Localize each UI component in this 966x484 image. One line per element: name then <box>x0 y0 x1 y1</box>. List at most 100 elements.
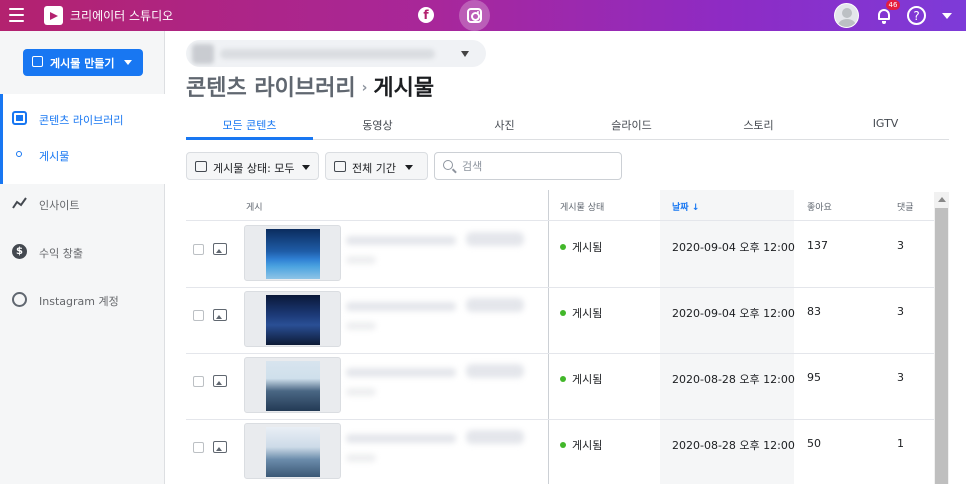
avatar[interactable] <box>834 3 859 28</box>
sidebar-item-content-library[interactable]: 콘텐츠 라이브러리 <box>0 107 164 131</box>
creator-studio-logo[interactable] <box>44 6 63 25</box>
post-status-filter-label: 게시물 상태: 모두 <box>213 162 295 175</box>
column-header-post[interactable]: 게시 <box>246 200 263 213</box>
sidebar-item-label: 콘텐츠 라이브러리 <box>39 114 124 127</box>
caption-blurred <box>346 434 456 443</box>
menu-icon[interactable] <box>9 8 24 22</box>
row-checkbox[interactable] <box>193 244 204 255</box>
table-row[interactable]: 게시됨 2020-09-04 오후 12:00 83 3 <box>186 288 934 354</box>
published-dot-icon <box>560 310 566 316</box>
post-thumbnail[interactable] <box>244 225 341 281</box>
photo-icon <box>213 309 227 321</box>
help-icon[interactable]: ? <box>907 6 926 25</box>
comments-count: 3 <box>897 305 904 318</box>
status-badge: 게시됨 <box>560 371 602 387</box>
top-bar: 크리에이터 스튜디오 f 46 ? <box>0 0 966 31</box>
sidebar-item-posts[interactable]: 게시물 <box>0 143 164 167</box>
status-badge: 게시됨 <box>560 305 602 321</box>
tab-videos[interactable]: 동영상 <box>316 117 439 140</box>
breadcrumb-parent[interactable]: 콘텐츠 라이브러리 <box>186 76 356 101</box>
chevron-down-icon <box>302 165 310 170</box>
sidebar-item-label: 게시물 <box>39 150 70 163</box>
post-status-filter[interactable]: 게시물 상태: 모두 <box>186 152 319 180</box>
caption-blurred <box>346 454 376 462</box>
sidebar-item-insights[interactable]: 인사이트 <box>0 192 164 216</box>
table-row[interactable]: 게시됨 2020-09-04 오후 12:00 137 3 <box>186 222 934 288</box>
dollar-icon: $ <box>12 244 27 259</box>
column-header-date[interactable]: 날짜 ↓ <box>672 200 699 213</box>
chevron-down-icon <box>461 51 469 57</box>
caption-blurred <box>466 232 524 246</box>
search-input[interactable] <box>462 158 612 175</box>
search-box <box>434 152 622 180</box>
create-post-button[interactable]: 게시물 만들기 <box>23 49 143 76</box>
published-dot-icon <box>560 376 566 382</box>
comments-count: 3 <box>897 239 904 252</box>
post-date: 2020-09-04 오후 12:00 <box>672 241 795 254</box>
notification-badge: 46 <box>886 0 900 10</box>
published-dot-icon <box>560 442 566 448</box>
sidebar-item-monetization[interactable]: $ 수익 창출 <box>0 240 164 264</box>
facebook-icon[interactable]: f <box>418 7 434 23</box>
post-thumbnail[interactable] <box>244 291 341 347</box>
column-header-comments[interactable]: 댓글 <box>897 200 914 213</box>
breadcrumb: 콘텐츠 라이브러리 › 게시물 <box>186 70 434 102</box>
table-row[interactable]: 게시됨 2020-08-28 오후 12:00 50 1 <box>186 420 934 484</box>
status-badge: 게시됨 <box>560 239 602 255</box>
photo-icon <box>213 243 227 255</box>
comments-count: 1 <box>897 437 904 450</box>
comments-count: 3 <box>897 371 904 384</box>
account-avatar-blurred <box>192 44 214 64</box>
table-row[interactable]: 게시됨 2020-08-28 오후 12:00 95 3 <box>186 354 934 420</box>
date-range-filter[interactable]: 전체 기간 <box>325 152 428 180</box>
caption-blurred <box>346 236 456 245</box>
caption-blurred <box>346 256 376 264</box>
tab-carousel[interactable]: 슬라이드 <box>570 117 693 140</box>
post-thumbnail[interactable] <box>244 357 341 413</box>
search-icon <box>443 160 453 170</box>
likes-count: 50 <box>807 437 821 450</box>
chevron-down-icon <box>124 60 132 65</box>
scrollbar-thumb[interactable] <box>935 208 948 484</box>
breadcrumb-separator: › <box>361 80 368 96</box>
photo-icon <box>213 441 227 453</box>
caption-blurred <box>346 322 376 330</box>
published-dot-icon <box>560 244 566 250</box>
vertical-scrollbar[interactable] <box>934 192 949 484</box>
column-header-likes[interactable]: 좋아요 <box>807 200 832 213</box>
sidebar-item-instagram-account[interactable]: Instagram 계정 <box>0 288 164 312</box>
thumbnail-image <box>266 229 320 279</box>
instagram-tab[interactable] <box>459 0 490 31</box>
likes-count: 83 <box>807 305 821 318</box>
content-tabs: 모든 콘텐츠 동영상 사진 슬라이드 스토리 IGTV <box>186 113 949 140</box>
caption-blurred <box>466 298 524 312</box>
calendar-icon <box>334 161 346 172</box>
status-text: 게시됨 <box>572 307 603 320</box>
tab-igtv[interactable]: IGTV <box>824 117 947 140</box>
dot-icon <box>16 151 22 157</box>
caption-blurred <box>346 388 376 396</box>
row-checkbox[interactable] <box>193 376 204 387</box>
caption-blurred <box>466 430 524 444</box>
tab-all-content[interactable]: 모든 콘텐츠 <box>186 117 313 140</box>
tab-stories[interactable]: 스토리 <box>697 117 820 140</box>
status-text: 게시됨 <box>572 373 603 386</box>
thumbnail-image <box>266 427 320 477</box>
thumbnail-image <box>266 295 320 345</box>
chevron-down-icon[interactable] <box>942 13 952 19</box>
app-title: 크리에이터 스튜디오 <box>70 9 174 23</box>
account-selector[interactable] <box>186 40 486 67</box>
date-range-filter-label: 전체 기간 <box>352 162 396 175</box>
row-checkbox[interactable] <box>193 442 204 453</box>
filter-icon <box>195 161 207 172</box>
post-date: 2020-08-28 오후 12:00 <box>672 439 795 452</box>
thumbnail-image <box>266 361 320 411</box>
post-thumbnail[interactable] <box>244 423 341 479</box>
scroll-up-icon[interactable] <box>938 197 946 202</box>
column-header-status[interactable]: 게시물 상태 <box>560 200 604 213</box>
row-checkbox[interactable] <box>193 310 204 321</box>
tab-photos[interactable]: 사진 <box>443 117 566 140</box>
row-divider <box>186 220 934 221</box>
sidebar-item-label: Instagram 계정 <box>39 295 119 308</box>
status-text: 게시됨 <box>572 439 603 452</box>
